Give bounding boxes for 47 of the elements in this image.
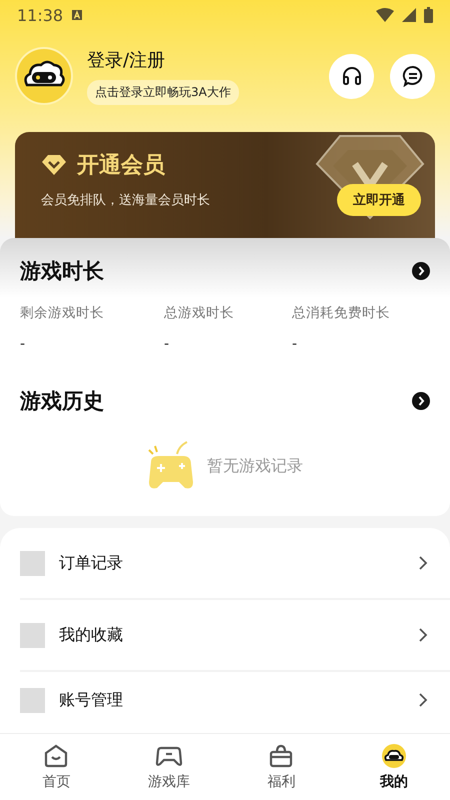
open-vip-button[interactable]: 立即开通 <box>337 184 421 216</box>
chevron-right-icon <box>418 692 428 708</box>
section-title: 游戏历史 <box>20 388 104 415</box>
menu-item[interactable]: 账号管理 <box>20 672 450 728</box>
menu-item[interactable]: 我的收藏 <box>20 600 450 672</box>
message-button[interactable] <box>390 54 435 98</box>
chevron-right-icon[interactable] <box>412 262 430 280</box>
nav-tab[interactable]: 游戏库 <box>112 734 225 800</box>
stat-value: - <box>292 336 298 352</box>
nav-tab[interactable]: 我的 <box>338 734 450 800</box>
stat-label: 剩余游戏时长 <box>20 304 105 322</box>
login-hint-badge: 点击登录立即畅玩3A大作 <box>87 80 239 104</box>
battery-icon <box>424 7 433 23</box>
chat-bubble-icon <box>402 65 424 87</box>
diamond-icon <box>41 154 67 176</box>
menu-icon-placeholder <box>20 550 45 576</box>
status-time: 11:38 <box>17 6 64 24</box>
menu-label: 账号管理 <box>59 690 124 710</box>
stat-label: 总消耗免费时长 <box>292 304 390 322</box>
stat-value: - <box>20 336 26 352</box>
avatar-cloud-icon[interactable] <box>15 47 73 105</box>
chevron-right-icon <box>418 627 428 643</box>
menu-icon-placeholder <box>20 688 45 712</box>
notification-icon <box>71 9 84 21</box>
menu-item[interactable]: 订单记录 <box>20 528 450 600</box>
signal-icon <box>402 8 416 22</box>
nav-tab[interactable]: 首页 <box>0 734 112 800</box>
headphones-icon <box>340 65 362 87</box>
menu-icon-placeholder <box>20 622 45 648</box>
gift-box-icon <box>268 743 294 769</box>
vip-title: 开通会员 <box>77 152 165 180</box>
menu-label: 我的收藏 <box>59 624 124 646</box>
nav-tab[interactable]: 福利 <box>225 734 338 800</box>
vip-banner[interactable]: 开通会员 会员免排队，送海量会员时长 立即开通 <box>15 132 435 238</box>
cloud-face-icon <box>380 743 408 769</box>
menu-label: 订单记录 <box>59 552 124 574</box>
home-icon <box>43 743 70 769</box>
support-button[interactable] <box>329 54 374 98</box>
section-title: 游戏时长 <box>20 258 104 285</box>
vip-subtitle: 会员免排队，送海量会员时长 <box>41 192 210 209</box>
wifi-icon <box>376 8 394 22</box>
empty-history-text: 暂无游戏记录 <box>207 456 303 476</box>
login-title[interactable]: 登录/注册 <box>87 48 166 72</box>
chevron-right-icon[interactable] <box>412 392 430 410</box>
stat-value: - <box>164 336 170 352</box>
chevron-right-icon <box>418 555 428 571</box>
stat-label: 总游戏时长 <box>164 304 235 322</box>
